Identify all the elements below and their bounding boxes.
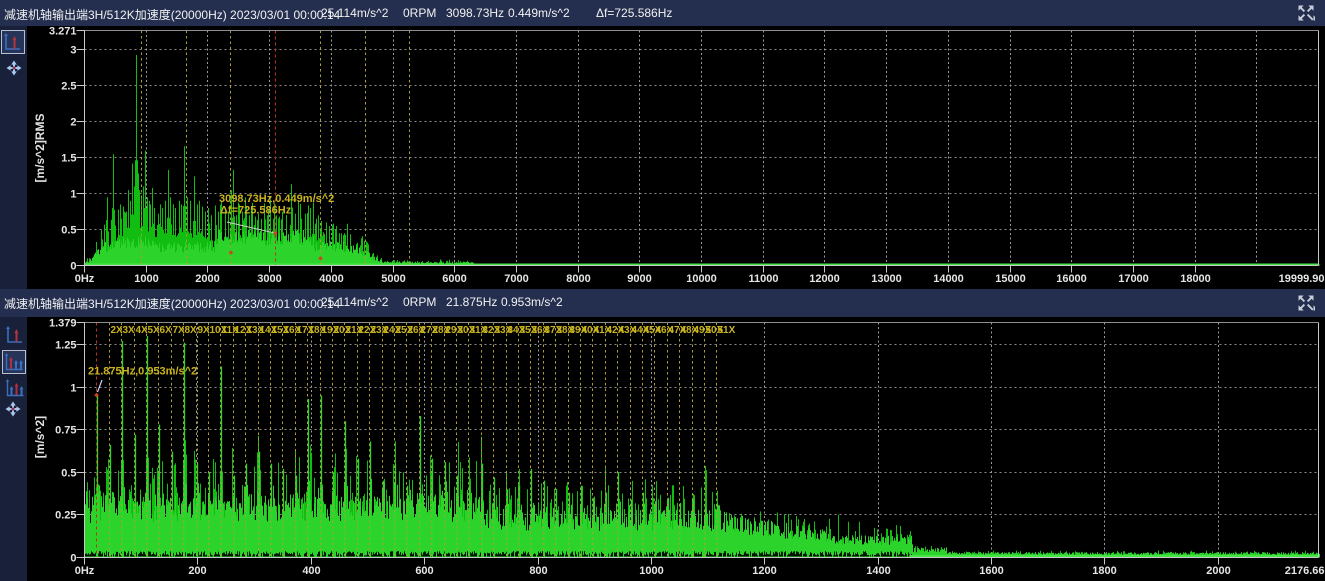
svg-text:6X: 6X bbox=[160, 325, 173, 336]
svg-text:1400: 1400 bbox=[866, 565, 890, 577]
svg-text:13000: 13000 bbox=[871, 273, 902, 285]
svg-text:2176.66: 2176.66 bbox=[1285, 565, 1325, 577]
svg-text:7000: 7000 bbox=[504, 273, 528, 285]
svg-text:5X: 5X bbox=[148, 325, 161, 336]
svg-text:[m/s^2]: [m/s^2] bbox=[33, 416, 47, 458]
svg-text:19999.90: 19999.90 bbox=[1279, 273, 1325, 285]
svg-text:11000: 11000 bbox=[749, 273, 779, 285]
svg-text:1: 1 bbox=[70, 189, 76, 201]
svg-text:2: 2 bbox=[70, 117, 76, 129]
svg-text:1000: 1000 bbox=[134, 273, 158, 285]
svg-text:14000: 14000 bbox=[933, 273, 964, 285]
svg-text:600: 600 bbox=[415, 565, 433, 577]
svg-text:7X: 7X bbox=[173, 325, 186, 336]
svg-text:3: 3 bbox=[70, 45, 76, 57]
svg-text:1200: 1200 bbox=[752, 565, 776, 577]
svg-text:3098.73Hz,0.449m/s^2: 3098.73Hz,0.449m/s^2 bbox=[219, 193, 334, 205]
svg-text:5000: 5000 bbox=[381, 273, 405, 285]
svg-text:51X: 51X bbox=[718, 325, 736, 336]
svg-text:12000: 12000 bbox=[809, 273, 840, 285]
svg-text:0Hz: 0Hz bbox=[75, 273, 95, 285]
svg-text:6000: 6000 bbox=[442, 273, 466, 285]
svg-text:10000: 10000 bbox=[686, 273, 717, 285]
svg-text:400: 400 bbox=[302, 565, 320, 577]
svg-text:800: 800 bbox=[529, 565, 547, 577]
svg-text:3.271: 3.271 bbox=[49, 26, 77, 38]
svg-text:16000: 16000 bbox=[1056, 273, 1087, 285]
svg-text:200: 200 bbox=[188, 565, 206, 577]
svg-text:1600: 1600 bbox=[979, 565, 1003, 577]
svg-text:1.379: 1.379 bbox=[49, 318, 77, 330]
svg-text:3X: 3X bbox=[123, 325, 136, 336]
svg-text:1800: 1800 bbox=[1092, 565, 1116, 577]
svg-text:9000: 9000 bbox=[627, 273, 651, 285]
svg-text:1000: 1000 bbox=[639, 565, 663, 577]
svg-text:0Hz: 0Hz bbox=[75, 565, 95, 577]
svg-text:15000: 15000 bbox=[995, 273, 1026, 285]
svg-text:18000: 18000 bbox=[1180, 273, 1211, 285]
svg-text:9X: 9X bbox=[198, 325, 211, 336]
svg-text:1.25: 1.25 bbox=[55, 340, 76, 352]
svg-text:1: 1 bbox=[70, 383, 76, 395]
svg-text:8000: 8000 bbox=[566, 273, 590, 285]
svg-text:3000: 3000 bbox=[257, 273, 281, 285]
svg-text:2.5: 2.5 bbox=[61, 81, 76, 93]
svg-text:2X: 2X bbox=[111, 325, 124, 336]
svg-text:17000: 17000 bbox=[1118, 273, 1149, 285]
svg-text:4000: 4000 bbox=[319, 273, 343, 285]
svg-text:Δf=725.586Hz: Δf=725.586Hz bbox=[220, 205, 292, 217]
svg-text:0.75: 0.75 bbox=[55, 425, 76, 437]
svg-text:0.25: 0.25 bbox=[55, 510, 76, 522]
svg-text:[m/s^2]RMS: [m/s^2]RMS bbox=[33, 113, 47, 182]
svg-text:4X: 4X bbox=[136, 325, 149, 336]
svg-text:2000: 2000 bbox=[195, 273, 219, 285]
svg-text:0: 0 bbox=[70, 553, 76, 565]
svg-text:0.5: 0.5 bbox=[61, 468, 76, 480]
svg-text:8X: 8X bbox=[185, 325, 198, 336]
svg-text:21.875Hz,0.953m/s^2: 21.875Hz,0.953m/s^2 bbox=[88, 366, 197, 378]
svg-text:1.5: 1.5 bbox=[61, 153, 76, 165]
svg-text:0.5: 0.5 bbox=[61, 225, 76, 237]
svg-text:0: 0 bbox=[70, 261, 76, 273]
svg-text:2000: 2000 bbox=[1206, 565, 1230, 577]
